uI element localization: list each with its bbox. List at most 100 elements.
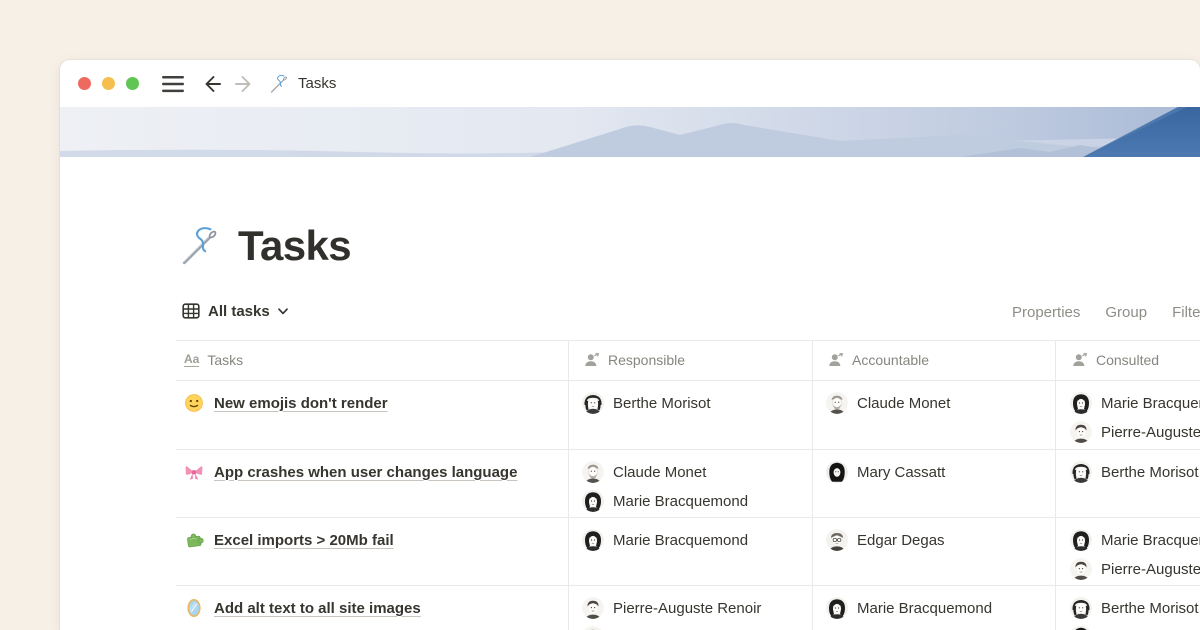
person-chip: Marie Bracquemond (826, 597, 1050, 619)
task-title[interactable]: Add alt text to all site images (214, 600, 421, 617)
marie-bracquemond-avatar (582, 529, 604, 551)
task-title[interactable]: App crashes when user changes language (214, 464, 517, 481)
person-name: Marie Bracquemond (1101, 532, 1200, 549)
cover-image (60, 107, 1200, 157)
menu-icon[interactable] (162, 75, 184, 93)
person-icon (1072, 352, 1088, 368)
column-header-accountable[interactable]: Accountable (828, 340, 929, 380)
table-row: App crashes when user changes language Cl… (176, 449, 1200, 518)
window-topbar: Tasks (60, 60, 1200, 107)
consulted-cell[interactable]: Berthe Morisot (1070, 585, 1200, 630)
person-name: Claude Monet (613, 464, 706, 481)
traffic-light-minimize-button[interactable] (102, 77, 115, 90)
marie-bracquemond-avatar (1070, 529, 1092, 551)
properties-button[interactable]: Properties (1012, 304, 1080, 321)
tasks-table: Aa Tasks Responsible Accountable Consult… (176, 340, 1200, 630)
person-name: Pierre-Auguste Renoir (613, 600, 761, 617)
traffic-light-zoom-button[interactable] (126, 77, 139, 90)
page-icon-needle-and-thread[interactable] (177, 223, 223, 274)
mountain-cover-art (60, 107, 1200, 157)
window-title: Tasks (298, 75, 336, 92)
person-chip: Mary Cassatt (826, 461, 1050, 483)
consulted-cell[interactable]: Berthe Morisot (1070, 449, 1200, 483)
person-chip (1070, 626, 1200, 630)
person-chip: Edgar Degas (826, 529, 1050, 551)
person-chip: Marie Bracquemond (582, 529, 806, 551)
person-chip: Pierre-Auguste Renoir (582, 597, 806, 619)
column-header-label: Tasks (207, 352, 243, 368)
person-chip: Berthe Morisot (1070, 597, 1200, 619)
task-title-cell[interactable]: Add alt text to all site images (184, 585, 562, 619)
consulted-cell[interactable]: Marie BracquemondPierre-Auguste Renoir (1070, 380, 1200, 443)
person-name: Edgar Degas (857, 532, 945, 549)
berthe-morisot-avatar (582, 392, 604, 414)
person-chip: Berthe Morisot (1070, 461, 1200, 483)
person-name: Marie Bracquemond (857, 600, 992, 617)
pierre-auguste-renoir-avatar (1070, 558, 1092, 580)
task-title[interactable]: New emojis don't render (214, 395, 388, 412)
marie-bracquemond-avatar (1070, 392, 1092, 414)
person-name: Marie Bracquemond (613, 532, 748, 549)
person-name: Claude Monet (857, 395, 950, 412)
column-header-label: Accountable (852, 352, 929, 368)
person-name: Pierre-Auguste Renoir (1101, 561, 1200, 578)
view-label: All tasks (208, 303, 270, 320)
person-name: Berthe Morisot (613, 395, 711, 412)
berthe-morisot-avatar (1070, 597, 1092, 619)
marie-bracquemond-avatar (826, 597, 848, 619)
table-grid-icon (182, 302, 200, 320)
table-row: New emojis don't render Berthe Morisot Cla… (176, 380, 1200, 449)
consulted-cell[interactable]: Marie Bracquemond Pierre-Auguste Renoir (1070, 517, 1200, 580)
edgar-degas-avatar (826, 529, 848, 551)
task-title[interactable]: Excel imports > 20Mb fail (214, 532, 394, 549)
claude-monet-avatar (582, 626, 604, 630)
ribbon-bow-emoji (184, 462, 204, 482)
column-header-label: Consulted (1096, 352, 1159, 368)
view-switcher-all-tasks[interactable]: All tasks (182, 302, 288, 320)
puzzle-piece-emoji (184, 530, 204, 550)
person-chip (582, 626, 806, 630)
task-title-cell[interactable]: Excel imports > 20Mb fail (184, 517, 562, 551)
pierre-auguste-renoir-avatar (582, 597, 604, 619)
person-chip: Pierre-Auguste Renoir (1070, 421, 1200, 443)
responsible-cell[interactable]: Pierre-Auguste Renoir (582, 585, 806, 630)
group-button[interactable]: Group (1105, 304, 1147, 321)
person-chip: Marie Bracquemond (582, 490, 806, 512)
person-icon (584, 352, 600, 368)
person-chip: Claude Monet (582, 461, 806, 483)
person-name: Berthe Morisot (1101, 600, 1199, 617)
responsible-cell[interactable]: Claude Monet Marie Bracquemond (582, 449, 806, 512)
accountable-cell[interactable]: Claude Monet (826, 380, 1050, 414)
accountable-cell[interactable]: Edgar Degas (826, 517, 1050, 551)
person-name: Pierre-Auguste Renoir (1101, 424, 1200, 441)
mary-cassatt-avatar (826, 461, 848, 483)
accountable-cell[interactable]: Marie Bracquemond (826, 585, 1050, 619)
traffic-light-close-button[interactable] (78, 77, 91, 90)
column-header-consulted[interactable]: Consulted (1072, 340, 1159, 380)
person-name: Mary Cassatt (857, 464, 945, 481)
view-toolbar: Properties Group Filter (1012, 304, 1200, 321)
slightly-smiling-face-emoji (184, 393, 204, 413)
needle-favicon (268, 73, 290, 95)
accountable-cell[interactable]: Mary Cassatt (826, 449, 1050, 483)
task-title-cell[interactable]: New emojis don't render (184, 380, 562, 414)
person-name: Marie Bracquemond (613, 493, 748, 510)
table-row: Add alt text to all site images Pierre-Au… (176, 585, 1200, 630)
chevron-down-icon (278, 308, 288, 315)
person-icon (828, 352, 844, 368)
task-title-cell[interactable]: App crashes when user changes language (184, 449, 562, 483)
person-name: Berthe Morisot (1101, 464, 1199, 481)
filter-button[interactable]: Filter (1172, 304, 1200, 321)
responsible-cell[interactable]: Berthe Morisot (582, 380, 806, 414)
mary-cassatt-avatar (1070, 626, 1092, 630)
person-chip: Claude Monet (826, 392, 1050, 414)
column-header-responsible[interactable]: Responsible (584, 340, 685, 380)
person-chip: Pierre-Auguste Renoir (1070, 558, 1200, 580)
marie-bracquemond-avatar (582, 490, 604, 512)
responsible-cell[interactable]: Marie Bracquemond (582, 517, 806, 551)
person-chip: Marie Bracquemond (1070, 529, 1200, 551)
column-header-label: Responsible (608, 352, 685, 368)
column-header-tasks[interactable]: Aa Tasks (184, 340, 243, 380)
table-row: Excel imports > 20Mb fail Marie Bracquemo… (176, 517, 1200, 586)
back-arrow-icon[interactable] (200, 72, 224, 96)
